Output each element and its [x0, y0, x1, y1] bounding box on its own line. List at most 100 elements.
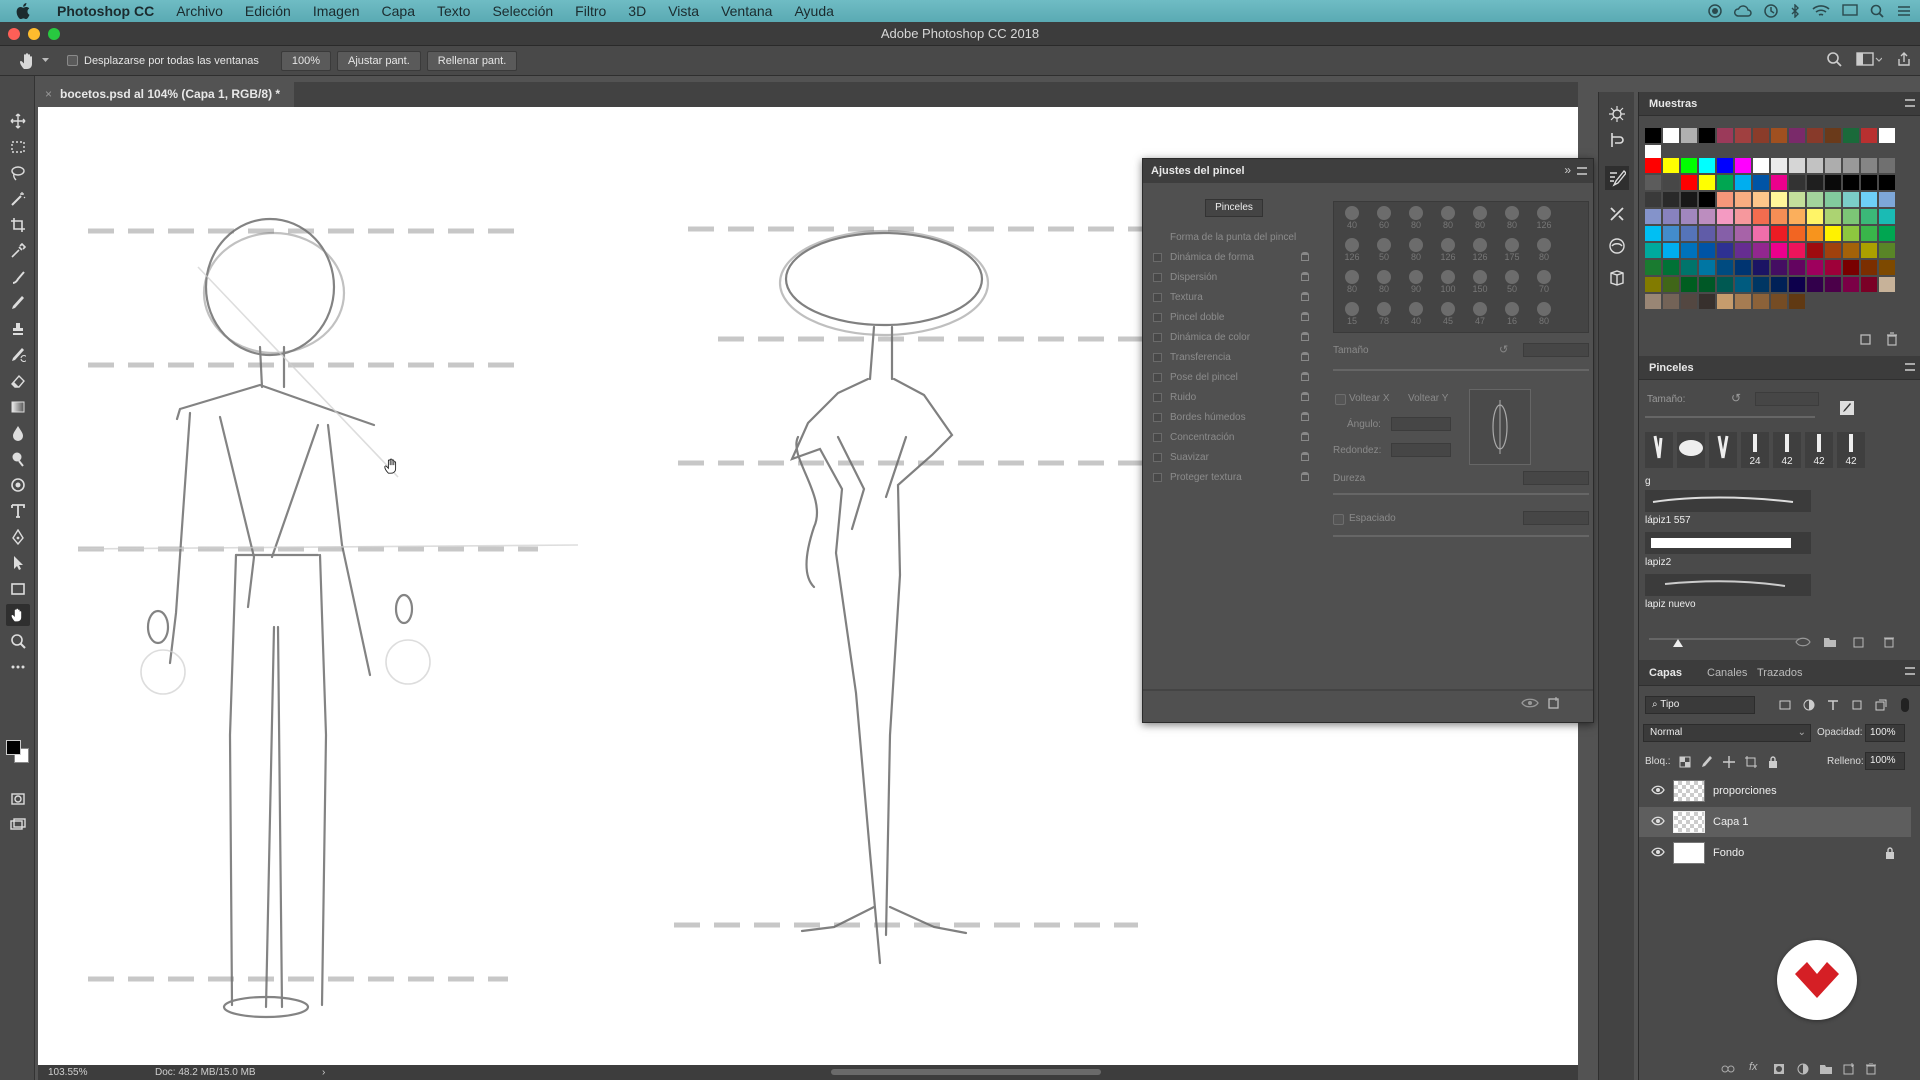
swatch[interactable]: [1663, 294, 1679, 309]
fill-field[interactable]: 100%: [1865, 752, 1905, 770]
brush-tip[interactable]: 40: [1400, 298, 1432, 330]
swatch[interactable]: [1843, 226, 1859, 241]
menu-capa[interactable]: Capa: [371, 0, 426, 22]
swatch[interactable]: [1807, 128, 1823, 143]
roundness-field[interactable]: [1391, 443, 1451, 457]
option-transfer[interactable]: Transferencia: [1153, 347, 1313, 367]
brush-stroke-preview[interactable]: [1645, 532, 1811, 554]
time-machine-icon[interactable]: [1764, 4, 1778, 18]
apple-icon[interactable]: [0, 0, 46, 22]
swatch[interactable]: [1753, 192, 1769, 207]
option-wet-edges[interactable]: Bordes húmedos: [1153, 407, 1313, 427]
layer-filter-dropdown[interactable]: ⌕ Tipo: [1645, 696, 1755, 714]
document-tab[interactable]: × bocetos.psd al 104% (Capa 1, RGB/8) *: [38, 82, 295, 107]
swatch[interactable]: [1663, 128, 1679, 143]
screen-mode-icon[interactable]: [6, 814, 30, 836]
brush-angle-preview[interactable]: [1469, 389, 1531, 465]
brush-size-field[interactable]: [1755, 392, 1819, 406]
swatch[interactable]: [1717, 277, 1733, 292]
menu-texto[interactable]: Texto: [426, 0, 481, 22]
brush-tip[interactable]: 45: [1432, 298, 1464, 330]
brush-tip[interactable]: 150: [1464, 266, 1496, 298]
layer-name[interactable]: Fondo: [1713, 838, 1744, 868]
adjustment-layer-icon[interactable]: [1797, 1063, 1809, 1075]
swatch[interactable]: [1861, 175, 1877, 190]
lock-icon[interactable]: [1301, 372, 1309, 381]
swatch[interactable]: [1645, 260, 1661, 275]
swatch[interactable]: [1645, 175, 1661, 190]
swatch[interactable]: [1843, 128, 1859, 143]
brushes-button[interactable]: Pinceles: [1205, 199, 1263, 217]
lock-icon[interactable]: [1301, 432, 1309, 441]
brush-tip[interactable]: 80: [1528, 234, 1560, 266]
horizontal-scrollbar[interactable]: [831, 1069, 1101, 1075]
wifi-icon[interactable]: [1812, 4, 1830, 18]
swatch[interactable]: [1771, 209, 1787, 224]
swatch[interactable]: [1825, 192, 1841, 207]
brush-preset-3[interactable]: [1709, 432, 1737, 468]
swatch[interactable]: [1879, 277, 1895, 292]
option-build-up[interactable]: Concentración: [1153, 427, 1313, 447]
brush-tip[interactable]: 80: [1400, 234, 1432, 266]
brush-preview-size-slider[interactable]: [1649, 638, 1799, 640]
lock-image-pixels-icon[interactable]: [1701, 756, 1713, 768]
delete-brush-icon[interactable]: [1883, 636, 1895, 648]
swatch[interactable]: [1825, 158, 1841, 173]
spacing-slider[interactable]: [1333, 535, 1589, 537]
flip-x-checkbox[interactable]: [1335, 394, 1346, 405]
swatch[interactable]: [1879, 209, 1895, 224]
lasso-tool-icon[interactable]: [6, 162, 30, 184]
swatch[interactable]: [1879, 128, 1895, 143]
brush-tip[interactable]: 50: [1368, 234, 1400, 266]
swatch[interactable]: [1753, 277, 1769, 292]
brush-tip[interactable]: 126: [1528, 202, 1560, 234]
swatch[interactable]: [1699, 260, 1715, 275]
swatch[interactable]: [1645, 277, 1661, 292]
tool-presets-panel-icon[interactable]: [1605, 202, 1629, 226]
swatch[interactable]: [1807, 209, 1823, 224]
option-texture[interactable]: Textura: [1153, 287, 1313, 307]
share-icon[interactable]: [1896, 51, 1912, 67]
layers-menu-icon[interactable]: [1905, 667, 1915, 675]
swatch[interactable]: [1807, 158, 1823, 173]
option-protect-texture[interactable]: Proteger textura: [1153, 467, 1313, 487]
brush-tip[interactable]: 78: [1368, 298, 1400, 330]
blend-mode-dropdown[interactable]: Normal ⌄: [1643, 724, 1811, 742]
type-tool-icon[interactable]: [6, 500, 30, 522]
swatch[interactable]: [1843, 175, 1859, 190]
swatch[interactable]: [1645, 294, 1661, 309]
display-icon[interactable]: [1842, 4, 1858, 18]
lock-icon[interactable]: [1301, 312, 1309, 321]
swatch[interactable]: [1753, 260, 1769, 275]
swatch[interactable]: [1753, 243, 1769, 258]
brush-size-slider[interactable]: [1645, 416, 1815, 418]
fill-screen-button[interactable]: Rellenar pant.: [426, 50, 518, 71]
swatch[interactable]: [1771, 158, 1787, 173]
history-brush-tool-icon[interactable]: [6, 344, 30, 366]
hardness-field[interactable]: [1523, 471, 1589, 485]
brushes-menu-icon[interactable]: [1905, 363, 1915, 371]
swatch[interactable]: [1807, 192, 1823, 207]
layer-row-capa-1[interactable]: Capa 1: [1639, 807, 1911, 837]
swatches-menu-icon[interactable]: [1905, 99, 1915, 107]
angle-field[interactable]: [1391, 417, 1451, 431]
new-brush-group-icon[interactable]: [1823, 636, 1837, 648]
libraries-panel-icon[interactable]: [1605, 234, 1629, 258]
swatch[interactable]: [1753, 209, 1769, 224]
menu-imagen[interactable]: Imagen: [302, 0, 371, 22]
delete-swatch-icon[interactable]: [1885, 332, 1899, 346]
swatch[interactable]: [1789, 294, 1805, 309]
brush-tip[interactable]: 80: [1400, 202, 1432, 234]
brush-tip[interactable]: 100: [1432, 266, 1464, 298]
option-brush-pose[interactable]: Pose del pincel: [1153, 367, 1313, 387]
swatch[interactable]: [1861, 158, 1877, 173]
visibility-eye-icon[interactable]: [1651, 784, 1665, 796]
swatch[interactable]: [1735, 209, 1751, 224]
crop-tool-icon[interactable]: [6, 214, 30, 236]
reset-brush-size-icon[interactable]: ↺: [1731, 391, 1741, 405]
swatch[interactable]: [1789, 128, 1805, 143]
collapse-panel-icon[interactable]: »: [1564, 163, 1571, 177]
swatch[interactable]: [1825, 277, 1841, 292]
scroll-all-windows-checkbox[interactable]: [67, 55, 78, 66]
size-field[interactable]: [1523, 343, 1589, 357]
